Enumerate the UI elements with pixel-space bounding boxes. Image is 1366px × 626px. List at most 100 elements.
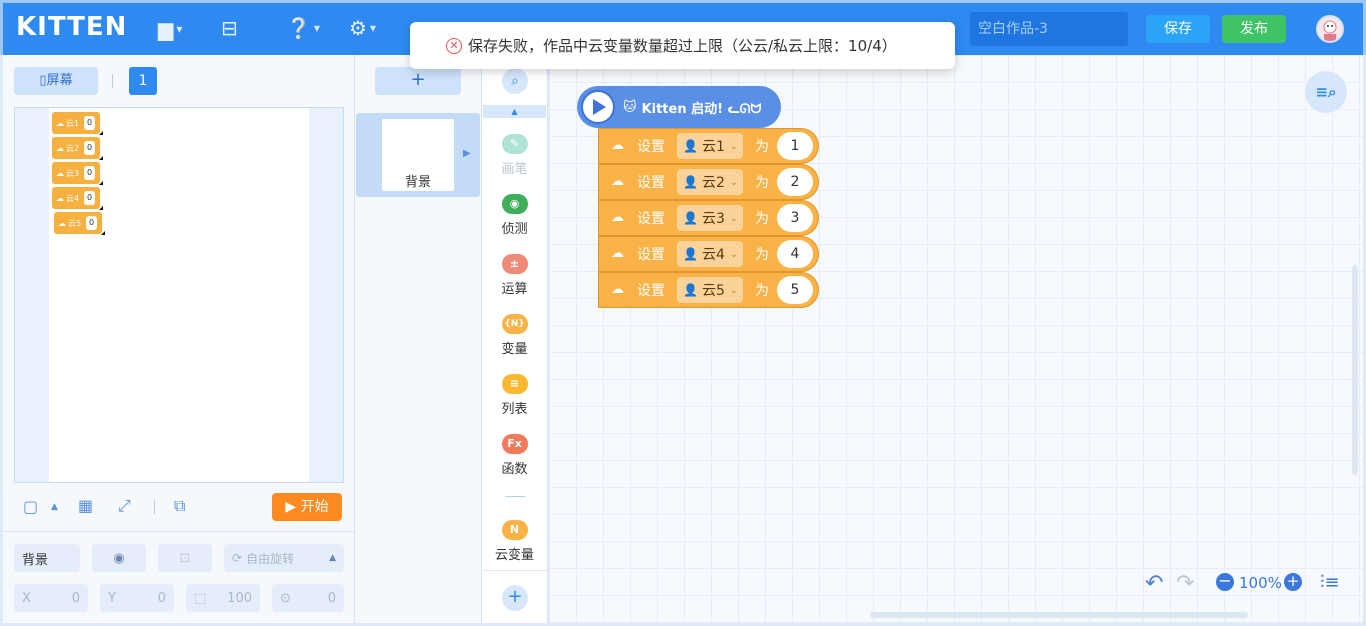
phone-view-icon[interactable]: ▢ <box>23 497 38 516</box>
value-input[interactable]: 3 <box>777 204 813 232</box>
variable-name: 云5 <box>701 283 725 299</box>
zoom-in-button[interactable]: + <box>1284 573 1302 591</box>
variable-dropdown[interactable]: 👤 云4 ⌄ <box>677 241 743 267</box>
person-icon: 👤 <box>683 211 698 225</box>
set-variable-block[interactable]: ☁ 设置 👤 云2 ⌄ 为 2 <box>598 164 819 200</box>
size-field[interactable]: ⬚ 100 <box>186 584 260 612</box>
monitor-name: 云5 <box>68 218 82 228</box>
functions-icon: Fx <box>501 434 528 454</box>
category-label: 画笔 <box>501 162 528 177</box>
variable-name: 云2 <box>701 175 725 191</box>
publish-button[interactable]: 发布 <box>1222 15 1286 43</box>
cloud-var-monitor[interactable]: ☁ 云4 0 <box>52 187 103 210</box>
to-label: 为 <box>755 247 769 263</box>
person-icon: 👤 <box>683 247 698 261</box>
size-value: 100 <box>227 590 252 606</box>
rotate-icon: ⟳ <box>232 551 243 565</box>
toast-message: 保存失败，作品中云变量数量超过上限（公云/私云上限：10/4） <box>468 37 897 55</box>
category-label: 函数 <box>501 462 528 477</box>
set-variable-block[interactable]: ☁ 设置 👤 云4 ⌄ 为 4 <box>598 236 819 272</box>
rotation-mode-select[interactable]: ⟳ 自由旋转 ▲ <box>224 544 344 572</box>
variable-dropdown[interactable]: 👤 云5 ⌄ <box>677 277 743 303</box>
category-label: 侦测 <box>501 222 528 237</box>
cloud-var-monitor[interactable]: ☁ 云1 0 <box>52 112 103 135</box>
chevron-up-icon[interactable]: ▲ <box>51 502 58 512</box>
category-sensing[interactable]: ◉ 侦测 <box>482 194 547 237</box>
sprite-name-field[interactable]: 背景 <box>14 544 80 572</box>
cloud-icon: ☁ <box>56 168 64 178</box>
align-blocks-icon[interactable]: ⫶≡ <box>1320 572 1340 593</box>
variable-dropdown[interactable]: 👤 云2 ⌄ <box>677 169 743 195</box>
monitor-name: 云4 <box>66 193 80 203</box>
value-input[interactable]: 2 <box>777 168 813 196</box>
set-variable-block[interactable]: ☁ 设置 👤 云1 ⌄ 为 1 <box>598 128 819 164</box>
workspace-search-button[interactable]: ≡⌕ <box>1305 71 1347 113</box>
cloud-var-monitor[interactable]: ☁ 云2 0 <box>52 137 103 160</box>
avatar[interactable] <box>1316 15 1344 43</box>
visibility-toggle[interactable]: ◉ <box>92 544 146 572</box>
category-pen[interactable]: ✎ 画笔 <box>482 134 547 177</box>
undo-icon[interactable]: ↶ <box>1145 571 1163 596</box>
settings-menu[interactable]: ⚙ ▾ <box>349 16 376 40</box>
to-label: 为 <box>755 283 769 299</box>
search-icon[interactable]: ⌕ <box>502 68 528 94</box>
category-operators[interactable]: ± 运算 <box>482 254 547 297</box>
grid-icon[interactable]: ▦ <box>78 496 93 515</box>
redo-icon[interactable]: ↷ <box>1176 571 1194 596</box>
background-thumb[interactable]: 背景 <box>382 119 454 191</box>
chevron-down-icon: ▾ <box>176 22 183 36</box>
monitor-value: 0 <box>86 216 98 230</box>
backpack-icon: ⊟ <box>221 16 238 40</box>
set-variable-block[interactable]: ☁ 设置 👤 云5 ⌄ 为 5 <box>598 272 819 308</box>
category-functions[interactable]: Fx 函数 <box>482 434 547 477</box>
lock-toggle[interactable]: ⊡ <box>158 544 212 572</box>
category-label: 变量 <box>501 342 528 357</box>
screen-button[interactable]: ▯屏幕 <box>14 67 98 95</box>
direction-value: 0 <box>327 590 336 606</box>
value-input[interactable]: 1 <box>777 132 813 160</box>
file-menu[interactable]: ▆ ▾ <box>158 17 182 41</box>
page-number[interactable]: 1 <box>129 67 157 95</box>
category-cloud-variables[interactable]: N 云变量 <box>482 520 547 563</box>
chevron-down-icon: ⌄ <box>729 176 738 188</box>
cloud-upload-icon: ☁ <box>611 174 624 189</box>
direction-field[interactable]: ⊙ 0 <box>272 584 344 612</box>
category-variables[interactable]: {N} 变量 <box>482 314 547 357</box>
monitor-name: 云2 <box>66 143 80 153</box>
vertical-scrollbar[interactable] <box>1352 265 1358 475</box>
variable-name: 云1 <box>701 139 725 155</box>
cloud-var-monitor[interactable]: ☁ 云5 0 <box>54 212 105 235</box>
preview-icon[interactable]: ⧉ <box>174 496 185 516</box>
chevron-down-icon: ⌄ <box>729 284 738 296</box>
backpack-button[interactable]: ⊟ <box>221 16 238 40</box>
work-name-input[interactable]: 空白作品-3 <box>970 12 1128 46</box>
monitor-value: 0 <box>84 166 96 180</box>
cloud-icon: ☁ <box>56 193 64 203</box>
variable-dropdown[interactable]: 👤 云1 ⌄ <box>677 133 743 159</box>
chevron-right-icon[interactable]: ▶ <box>463 148 471 159</box>
cloud-var-monitor[interactable]: ☁ 云3 0 <box>52 162 103 185</box>
set-label: 设置 <box>637 283 665 299</box>
value-input[interactable]: 4 <box>777 240 813 268</box>
set-label: 设置 <box>637 211 665 227</box>
error-toast: ✕ 保存失败，作品中云变量数量超过上限（公云/私云上限：10/4） <box>410 22 955 69</box>
to-label: 为 <box>755 211 769 227</box>
help-menu[interactable]: ❔ ▾ <box>286 16 320 40</box>
add-extension-button[interactable]: + <box>502 585 528 611</box>
chevron-up-icon[interactable]: ▲ <box>483 105 546 118</box>
set-variable-block[interactable]: ☁ 设置 👤 云3 ⌄ 为 3 <box>598 200 819 236</box>
value-input[interactable]: 5 <box>777 276 813 304</box>
y-field[interactable]: Y0 <box>100 584 174 612</box>
variable-dropdown[interactable]: 👤 云3 ⌄ <box>677 205 743 231</box>
fullscreen-icon[interactable]: ⤢ <box>118 496 131 516</box>
horizontal-scrollbar[interactable] <box>870 612 1248 618</box>
direction-icon: ⊙ <box>280 590 291 606</box>
save-button[interactable]: 保存 <box>1146 15 1210 43</box>
x-field[interactable]: X0 <box>14 584 88 612</box>
zoom-out-button[interactable]: − <box>1216 573 1234 591</box>
add-sprite-button[interactable]: + <box>375 67 461 95</box>
when-start-hat-block[interactable]: 🐱 Kitten 启动! ᓚᘏᗢ <box>577 86 781 128</box>
category-label: 运算 <box>501 282 528 297</box>
category-lists[interactable]: ≡ 列表 <box>482 374 547 417</box>
start-button[interactable]: ▶ 开始 <box>272 493 342 521</box>
